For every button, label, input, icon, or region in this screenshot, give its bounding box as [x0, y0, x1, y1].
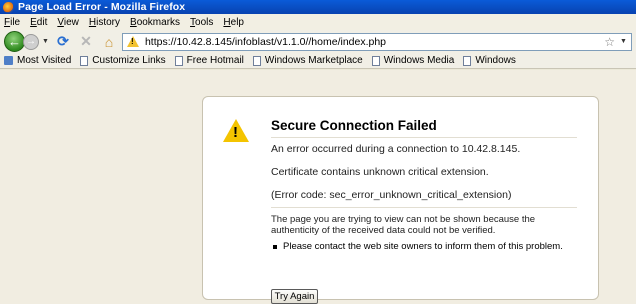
forward-arrow-icon: →: [26, 36, 36, 47]
page-icon: [371, 55, 380, 66]
error-code: (Error code: sec_error_unknown_critical_…: [271, 189, 512, 201]
try-again-button[interactable]: Try Again: [271, 289, 318, 304]
back-button[interactable]: ←: [4, 31, 25, 52]
bookmark-label: Windows Media: [383, 55, 455, 66]
error-detail: Certificate contains unknown critical ex…: [271, 166, 489, 178]
bookmark-most-visited[interactable]: Most Visited: [4, 55, 71, 66]
history-dropdown-icon[interactable]: ▼: [42, 38, 49, 45]
bookmarks-toolbar: Most Visited Customize Links Free Hotmai…: [0, 53, 636, 69]
bookmark-customize-links[interactable]: Customize Links: [80, 55, 166, 66]
menu-bar: File Edit View History Bookmarks Tools H…: [0, 14, 636, 30]
address-bar[interactable]: https://10.42.8.145/infoblast/v1.1.0//ho…: [121, 32, 632, 51]
bookmark-free-hotmail[interactable]: Free Hotmail: [174, 55, 244, 66]
bookmark-label: Free Hotmail: [186, 55, 244, 66]
window-titlebar: Page Load Error - Mozilla Firefox: [0, 0, 636, 14]
forward-button[interactable]: →: [23, 33, 39, 50]
page-icon: [80, 55, 89, 66]
error-explanation: The page you are trying to view can not …: [271, 214, 536, 236]
back-arrow-icon: ←: [8, 34, 21, 49]
warning-icon: [126, 36, 139, 47]
error-title: Secure Connection Failed: [271, 118, 437, 133]
navigation-toolbar: ← → ▼ ⟳ ✕ ⌂ https://10.42.8.145/infoblas…: [0, 30, 636, 53]
menu-edit[interactable]: Edit: [30, 17, 47, 28]
bookmark-windows-marketplace[interactable]: Windows Marketplace: [252, 55, 363, 66]
error-message: An error occurred during a connection to…: [271, 143, 521, 155]
bookmark-windows-media[interactable]: Windows Media: [371, 55, 455, 66]
page-content: Secure Connection Failed An error occurr…: [0, 70, 636, 304]
menu-bookmarks[interactable]: Bookmarks: [130, 17, 180, 28]
home-icon[interactable]: ⌂: [101, 34, 117, 50]
page-icon: [252, 55, 261, 66]
error-suggestion-text: Please contact the web site owners to in…: [283, 241, 563, 252]
page-icon: [463, 55, 472, 66]
bullet-icon: [273, 244, 277, 249]
divider: [271, 137, 577, 138]
url-text[interactable]: https://10.42.8.145/infoblast/v1.1.0//ho…: [145, 36, 600, 48]
divider: [271, 207, 577, 208]
bookmark-windows[interactable]: Windows: [463, 55, 516, 66]
error-suggestion: Please contact the web site owners to in…: [273, 241, 563, 252]
bookmark-label: Windows: [475, 55, 516, 66]
menu-file[interactable]: File: [4, 17, 20, 28]
warning-icon: [223, 119, 249, 142]
url-dropdown-icon[interactable]: ▼: [620, 38, 627, 45]
bookmark-star-icon[interactable]: ☆: [604, 35, 615, 49]
bookmark-label: Customize Links: [92, 55, 166, 66]
reload-icon[interactable]: ⟳: [55, 33, 71, 50]
menu-help[interactable]: Help: [223, 17, 244, 28]
menu-history[interactable]: History: [89, 17, 120, 28]
firefox-icon: [3, 1, 14, 13]
menu-view[interactable]: View: [57, 17, 79, 28]
most-visited-icon: [4, 56, 13, 65]
menu-tools[interactable]: Tools: [190, 17, 213, 28]
bookmark-label: Most Visited: [17, 55, 72, 66]
bookmark-label: Windows Marketplace: [264, 55, 363, 66]
window-title: Page Load Error - Mozilla Firefox: [18, 1, 186, 13]
stop-icon[interactable]: ✕: [78, 33, 94, 50]
page-icon: [174, 55, 183, 66]
error-box: Secure Connection Failed An error occurr…: [202, 96, 599, 304]
